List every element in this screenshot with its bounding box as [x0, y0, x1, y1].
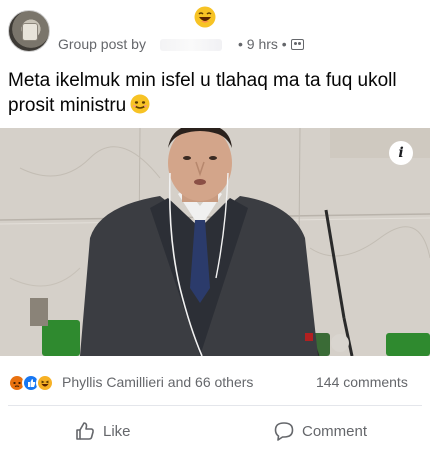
actions-divider — [8, 405, 422, 406]
post-time: • 9 hrs • — [238, 36, 304, 52]
thumbs-up-icon — [76, 422, 94, 440]
comment-bubble-icon — [274, 422, 294, 441]
post-header: Group post by • 9 hrs • — [0, 0, 430, 62]
post-photo[interactable]: i — [0, 128, 430, 356]
reaction-icons[interactable] — [8, 374, 54, 392]
photo-info-button[interactable]: i — [389, 141, 413, 165]
comments-count[interactable]: 144 comments — [316, 374, 408, 390]
haha-react-icon — [36, 374, 54, 392]
reaction-names[interactable]: Phyllis Camillieri and 66 others — [62, 374, 253, 390]
post-text-body: Meta ikelmuk min isfel u tlahaq ma ta fu… — [8, 70, 397, 116]
photo-image — [0, 128, 430, 356]
post-time-text: • 9 hrs • — [238, 36, 287, 52]
post-meta: Group post by — [58, 36, 146, 52]
group-audience-icon — [290, 38, 304, 50]
comment-button[interactable]: Comment — [273, 418, 367, 444]
laughing-face-icon — [194, 6, 216, 28]
blurred-author-name — [160, 39, 222, 51]
like-button[interactable]: Like — [74, 418, 131, 444]
group-avatar[interactable] — [8, 10, 50, 52]
avatar-figure — [22, 23, 38, 41]
post-text: Meta ikelmuk min isfel u tlahaq ma ta fu… — [8, 68, 422, 118]
like-label: Like — [103, 422, 131, 440]
smiling-face-icon — [130, 94, 150, 114]
comment-label: Comment — [302, 422, 368, 440]
